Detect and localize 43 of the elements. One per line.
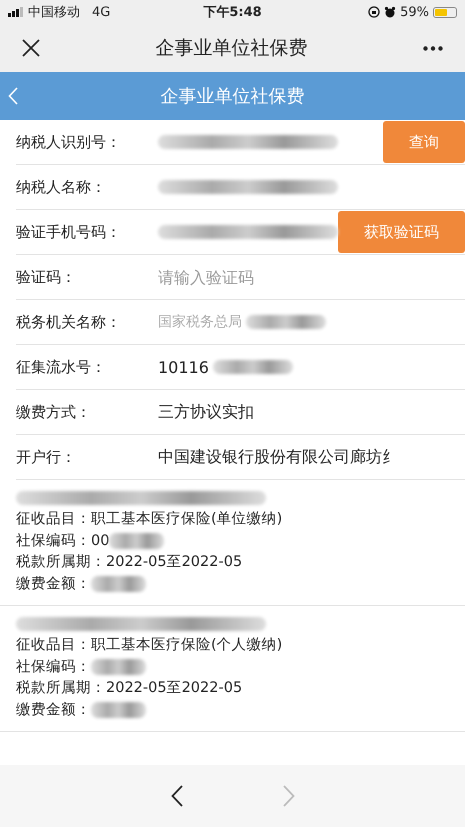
field-label: 验证手机号码： [16, 222, 122, 242]
record-label: 税款所属期： [16, 679, 106, 698]
carrier-name: 中国移动 [28, 4, 80, 21]
record-label: 税款所属期： [16, 553, 106, 572]
field-label: 缴费方式： [16, 402, 92, 422]
field-label: 开户行： [16, 448, 77, 466]
input-field[interactable]: 请输入验证码 [158, 268, 298, 286]
record-label: 征收品目： [16, 510, 91, 529]
redaction-blur [91, 659, 146, 676]
redaction-blur [91, 702, 146, 718]
redaction-blur [91, 576, 146, 592]
field-value: 国家税务总局 [158, 313, 242, 331]
record-value: 职工基本医疗保险(个人缴纳) [91, 636, 282, 655]
field-label: 征集流水号： [16, 358, 107, 376]
signal-icon [8, 7, 24, 17]
record-label: 缴费金额： [16, 574, 91, 594]
record-label: 缴费金额： [16, 700, 91, 720]
field-label: 验证码： [16, 268, 77, 286]
back-icon[interactable] [8, 87, 18, 105]
field-label: 纳税人识别号： [16, 132, 122, 152]
record-value: 00 [91, 532, 110, 550]
field-value: 中国建设银行股份有限公司廊坊纟 [158, 446, 398, 468]
record-label: 征收品目： [16, 636, 91, 655]
field-label: 纳税人名称： [16, 178, 107, 196]
page-title: 企事业单位社保费 [156, 36, 308, 61]
record-value: 2022-05至2022-05 [106, 679, 242, 698]
record-label: 社保编码： [16, 658, 91, 676]
action-button[interactable]: 查询 [383, 121, 465, 163]
field-label: 税务机关名称： [16, 312, 122, 332]
header-title: 企事业单位社保费 [160, 85, 304, 108]
close-icon[interactable] [22, 39, 40, 57]
record-value: 2022-05至2022-05 [106, 553, 242, 572]
redaction-blur [109, 533, 164, 550]
network-type: 4G [92, 4, 110, 20]
field-value: 10116 [158, 358, 209, 376]
battery-percent: 59% [400, 4, 429, 20]
clock-time: 下午5:48 [203, 4, 262, 21]
record-label: 社保编码： [16, 532, 91, 550]
battery-icon [433, 6, 457, 18]
field-value: 三方协议实扣 [158, 402, 254, 422]
action-button[interactable]: 获取验证码 [338, 211, 465, 253]
more-icon[interactable] [423, 46, 443, 50]
record-value: 职工基本医疗保险(单位缴纳) [91, 510, 282, 529]
